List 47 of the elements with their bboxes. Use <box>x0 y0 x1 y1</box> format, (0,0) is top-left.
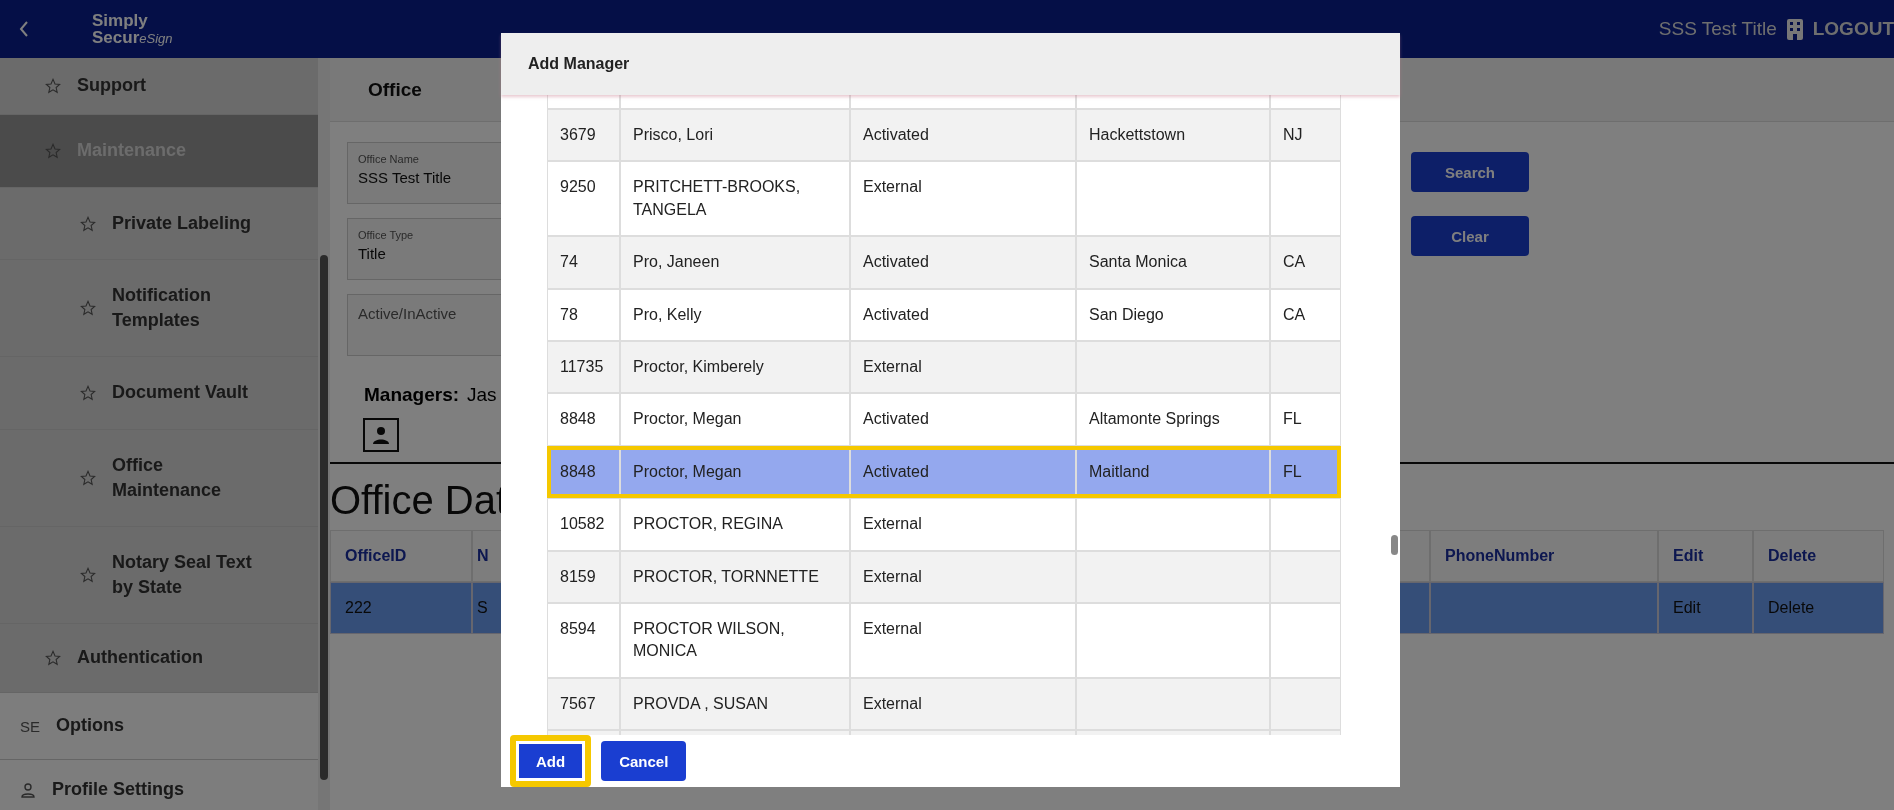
office-title: SSS Test Title <box>1658 18 1777 40</box>
managers-label: Managers: <box>364 384 460 406</box>
manager-row[interactable]: 78 Pro, Kelly Activated San Diego CA <box>547 288 1341 341</box>
sidebar-item[interactable]: SE Options <box>0 693 318 760</box>
column-header: PhoneNumber <box>1430 530 1658 582</box>
star-icon <box>80 300 96 316</box>
manager-row[interactable]: 8848 Proctor, Megan Activated Altamonte Springs FL <box>547 393 1341 446</box>
table-cell: Delete <box>1753 582 1884 634</box>
column-header: Edit <box>1658 530 1753 582</box>
manager-row[interactable]: 8159 PROCTOR, TORNNETTE External <box>547 550 1341 603</box>
sidebar-item[interactable]: Profile Settings <box>0 760 318 810</box>
manager-row[interactable]: 3679 Prisco, Lori Activated Hackettstown NJ <box>547 109 1341 162</box>
star-icon <box>80 215 96 232</box>
manager-row[interactable]: 11735 Proctor, Kimberely External <box>547 340 1341 394</box>
person-icon <box>371 425 391 445</box>
dialog-title: Add Manager <box>528 55 630 73</box>
star-icon <box>45 78 61 94</box>
managers-value: Jas <box>467 384 497 406</box>
options-icon: SE <box>20 717 40 735</box>
add-manager-button[interactable] <box>363 418 399 452</box>
star-icon <box>45 650 61 666</box>
column-header: Delete <box>1753 530 1884 582</box>
office-tab[interactable]: Office <box>368 78 422 101</box>
table-cell: Edit <box>1658 582 1753 634</box>
manager-row[interactable]: 8594 PROCTOR WILSON, MONICA External <box>547 602 1341 678</box>
logo: Simply SecureSign <box>91 12 173 46</box>
form-button[interactable]: Clear <box>1411 216 1529 256</box>
dialog-button[interactable]: Cancel <box>601 741 687 781</box>
back-chevron-icon[interactable] <box>18 20 30 38</box>
star-icon <box>80 567 96 583</box>
dialog-button[interactable]: Add <box>510 735 592 787</box>
star-icon <box>45 143 61 159</box>
manager-row[interactable]: 74 Pro, Janeen Activated Santa Monica CA <box>547 236 1341 289</box>
manager-row[interactable]: 8848 Proctor, Megan Activated Maitland FL <box>547 445 1341 499</box>
form-button[interactable]: Search <box>1411 152 1529 192</box>
table-cell: 222 <box>330 582 472 634</box>
scrollbar-thumb[interactable] <box>1391 535 1398 555</box>
scrollbar-thumb[interactable] <box>320 255 328 780</box>
star-icon <box>80 470 96 486</box>
star-icon <box>80 385 96 401</box>
person-icon <box>20 781 36 798</box>
column-header: OfficeID <box>330 530 472 582</box>
logout-link[interactable]: LOGOUT <box>1812 18 1894 40</box>
manager-row[interactable]: 10582 PROCTOR, REGINA External <box>547 498 1341 551</box>
building-icon <box>1784 18 1805 40</box>
manager-row[interactable]: 9250 PRITCHETT-BROOKS, TANGELA External <box>547 161 1341 237</box>
manager-row[interactable]: 7567 PROVDA , SUSAN External <box>547 677 1341 731</box>
